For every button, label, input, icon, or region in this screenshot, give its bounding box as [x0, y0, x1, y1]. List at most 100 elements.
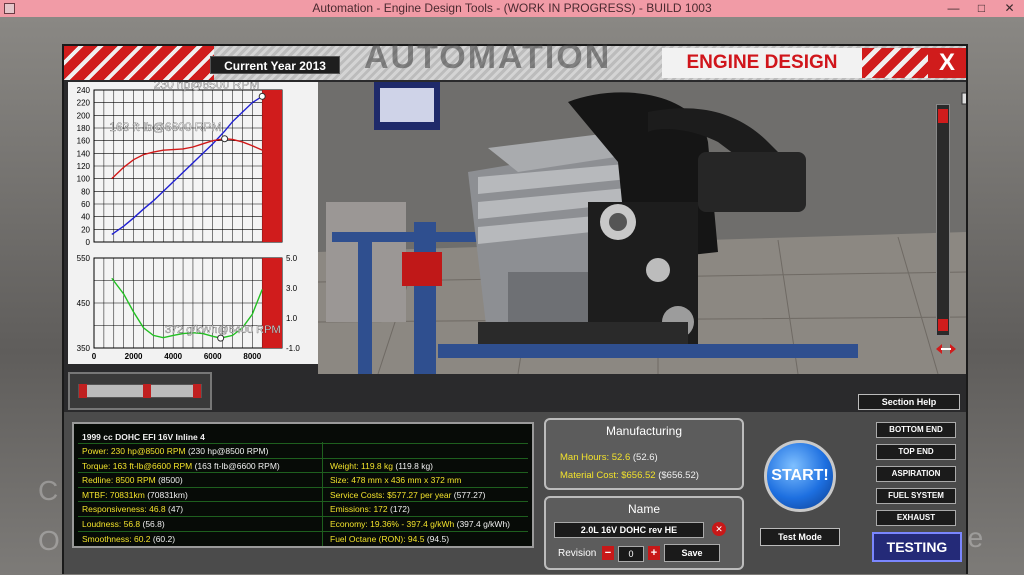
header-stripes-right: [862, 48, 928, 78]
stat-left-5: Loudness: 56.8 (56.8): [82, 517, 165, 531]
stat-extra: (56.8): [140, 519, 165, 529]
peak-annotation: 163 ft-lb@6600 RPM: [109, 120, 221, 134]
slider-right-arrow-icon[interactable]: [193, 384, 201, 398]
stat-extra: (163 ft-lb@6600 RPM): [192, 460, 280, 471]
y2-tick-label: -1.0: [286, 344, 300, 353]
tab-exhaust[interactable]: EXHAUST: [876, 510, 956, 526]
x-tick-label: 2000: [125, 352, 143, 361]
man-hours-extra: (52.6): [632, 452, 658, 463]
stat-extra: (577.27): [451, 489, 486, 500]
slider-thumb[interactable]: [142, 384, 151, 398]
x-tick-label: 0: [92, 352, 97, 361]
y-tick-label: 180: [77, 124, 91, 133]
testing-tab[interactable]: TESTING: [872, 532, 962, 562]
material-cost-extra: ($656.52): [658, 470, 699, 481]
header-bar: AUTOMATION Current Year 2013 ENGINE DESI…: [64, 38, 966, 80]
y-tick-label: 350: [77, 344, 91, 353]
stat-label: Responsiveness: 46.8: [82, 504, 166, 515]
bsfc-annotation: 372 g/kWh@6400 RPM: [165, 324, 281, 336]
window-titlebar: Automation - Engine Design Tools - (WORK…: [0, 0, 1024, 17]
stat-left-1: Torque: 163 ft-lb@6600 RPM (163 ft-lb@66…: [82, 459, 280, 473]
material-cost: Material Cost: $656.52 ($656.52): [560, 470, 699, 481]
redline-zone: [262, 90, 282, 242]
close-button[interactable]: X: [928, 48, 966, 78]
stat-extra: (94.5): [424, 533, 450, 544]
stat-label: Smoothness: 60.2: [82, 533, 151, 544]
current-year-label: Current Year 2013: [210, 56, 340, 74]
y-tick-label: 200: [77, 111, 91, 120]
revision-label: Revision: [558, 548, 597, 559]
save-button[interactable]: Save: [664, 544, 720, 562]
slider-left-arrow-icon[interactable]: [79, 384, 87, 398]
background-text: C: [38, 475, 59, 506]
automation-logo: AUTOMATION: [364, 38, 612, 76]
dyno-graph: 240220200180160140120100806040200230 hp@…: [68, 82, 318, 364]
revision-decrement-button[interactable]: −: [602, 546, 614, 560]
x-tick-label: 8000: [243, 352, 261, 361]
background-text: O: [38, 525, 60, 556]
stat-label: Torque: 163 ft-lb@6600 RPM: [82, 460, 193, 471]
y-tick-label: 160: [77, 137, 91, 146]
stat-extra: (47): [165, 504, 184, 515]
bottom-panel: 1999 cc DOHC EFI 16V Inline 4 Power: 230…: [64, 412, 966, 574]
stat-right-5: Economy: 19.36% - 397.4 g/kWh (397.4 g/k…: [330, 517, 510, 531]
camera-icon[interactable]: [960, 88, 966, 106]
engine-stats-table: 1999 cc DOHC EFI 16V Inline 4 Power: 230…: [72, 422, 534, 548]
rpm-slider-track[interactable]: [78, 384, 202, 398]
zoom-down-handle[interactable]: [938, 319, 948, 331]
rpm-slider[interactable]: [68, 372, 212, 410]
x-tick-label: 6000: [204, 352, 222, 361]
maximize-button[interactable]: □: [968, 0, 995, 17]
stat-left-4: Responsiveness: 46.8 (47): [82, 502, 183, 516]
x-tick-label: 4000: [164, 352, 182, 361]
stat-label: Service Costs: $577.27 per year: [330, 489, 452, 500]
stat-label: Fuel Octane (RON): 94.5: [330, 533, 425, 544]
section-help-button[interactable]: Section Help: [858, 394, 960, 410]
y2-tick-label: 3.0: [286, 284, 298, 293]
engine-3d-viewport[interactable]: [318, 82, 966, 374]
rotate-view-icon[interactable]: [932, 338, 960, 360]
bsfc-chart: 550 450 350 5.0 3.0 1.0 -1.0 0 2000 4000 6000 8000 3…: [77, 254, 301, 361]
material-cost-value: Material Cost: $656.52: [560, 470, 656, 481]
section-title: ENGINE DESIGN: [662, 48, 862, 78]
engine-description: 1999 cc DOHC EFI 16V Inline 4: [82, 432, 205, 442]
stat-extra: (60.2): [150, 533, 176, 544]
y-tick-label: 40: [81, 213, 90, 222]
peak-marker: [258, 92, 266, 100]
engine-name-field[interactable]: 2.0L 16V DOHC rev HE: [554, 522, 704, 538]
test-mode-button[interactable]: Test Mode: [760, 528, 840, 546]
engine-model-image: [318, 82, 966, 374]
header-stripes-left: [64, 46, 214, 80]
y-tick-label: 550: [77, 254, 91, 263]
stat-right-2: Size: 478 mm x 436 mm x 372 mm: [330, 473, 461, 487]
close-window-button[interactable]: ✕: [996, 0, 1023, 17]
stat-right-3: Service Costs: $577.27 per year (577.27): [330, 488, 485, 502]
minimize-button[interactable]: —: [940, 0, 967, 17]
revision-increment-button[interactable]: +: [648, 546, 660, 560]
tab-aspiration[interactable]: ASPIRATION: [876, 466, 956, 482]
window-title: Automation - Engine Design Tools - (WORK…: [312, 1, 712, 15]
stat-right-4: Emissions: 172 (172): [330, 502, 410, 516]
delete-name-icon[interactable]: ✕: [712, 522, 726, 536]
stat-label: Emissions: 172: [330, 504, 388, 515]
stat-extra: (8500): [155, 475, 183, 486]
stat-extra: (70831km): [144, 489, 188, 500]
y-tick-label: 0: [86, 238, 91, 247]
y-tick-label: 220: [77, 99, 91, 108]
y-tick-label: 80: [81, 187, 90, 196]
tab-bottom-end[interactable]: BOTTOM END: [876, 422, 956, 438]
zoom-scrollbar[interactable]: [936, 104, 950, 336]
y-tick-label: 60: [81, 200, 90, 209]
start-button[interactable]: START!: [764, 440, 836, 512]
y2-tick-label: 1.0: [286, 314, 298, 323]
stat-label: Power: 230 hp@8500 RPM: [82, 446, 186, 456]
zoom-up-handle[interactable]: [938, 109, 948, 123]
stat-extra: (172): [387, 504, 410, 515]
peak-annotation: 230 hp@8500 RPM: [154, 82, 260, 91]
stat-label: Loudness: 56.8: [82, 519, 141, 529]
stat-left-0: Power: 230 hp@8500 RPM (230 hp@8500 RPM): [82, 444, 268, 458]
stat-left-3: MTBF: 70831km (70831km): [82, 488, 188, 502]
tab-fuel-system[interactable]: FUEL SYSTEM: [876, 488, 956, 504]
tab-top-end[interactable]: TOP END: [876, 444, 956, 460]
man-hours: Man Hours: 52.6 (52.6): [560, 452, 658, 463]
